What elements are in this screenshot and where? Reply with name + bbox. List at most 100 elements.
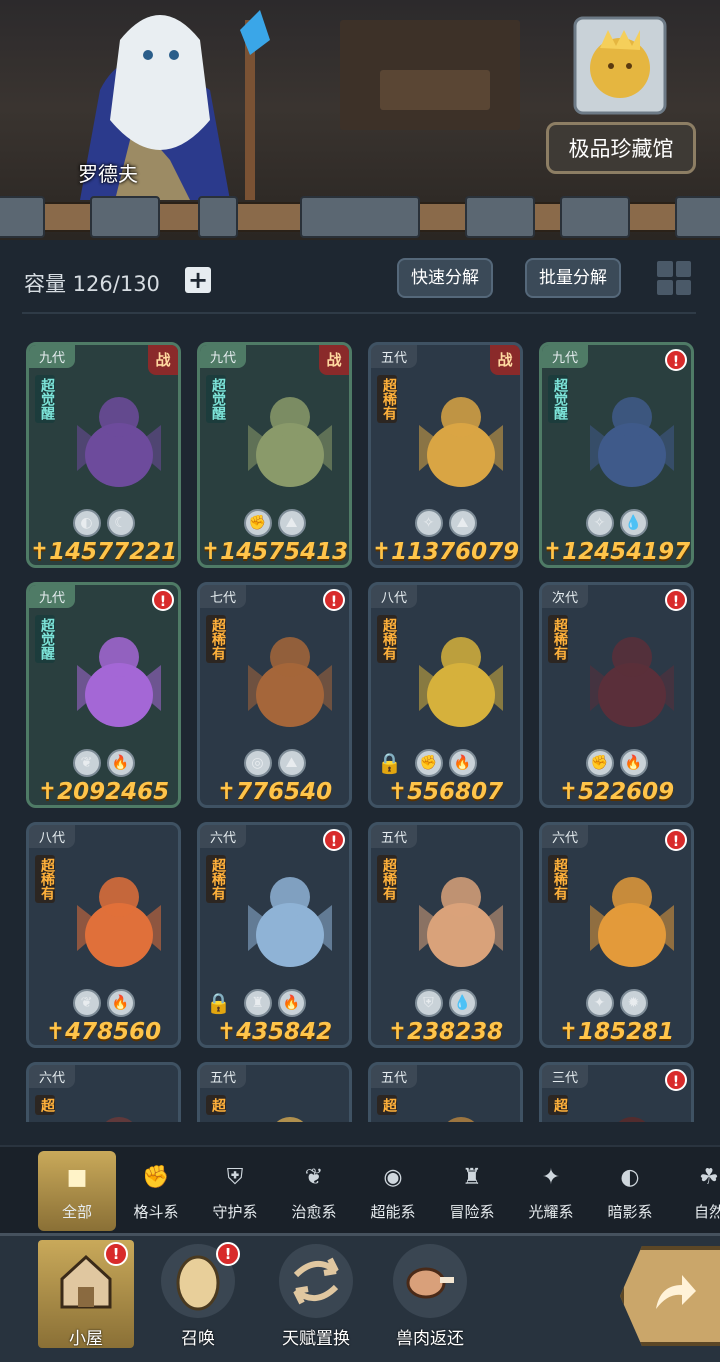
pet-card[interactable]: 五代超 [368, 1062, 523, 1122]
pet-portrait [248, 397, 332, 487]
fist-icon: ✊ [585, 749, 614, 777]
pet-portrait [276, 1117, 304, 1122]
category-tab[interactable]: ◉ 超能系 [354, 1151, 432, 1231]
alert-badge: ! [152, 589, 174, 611]
pet-card[interactable]: 六代 超稀有! ✦ ✹ ✝185281 [539, 822, 694, 1048]
pet-card[interactable]: 九代 超觉醒! ❦ 🔥 ✝2092465 [26, 582, 181, 808]
pet-card[interactable]: 五代 超稀有 战 ✧ ⛰ ✝11376079 [368, 342, 523, 568]
next-arrow-button[interactable] [620, 1246, 720, 1346]
fire-icon: 🔥 [277, 989, 306, 1017]
pet-rarity: 超稀有 [206, 615, 226, 663]
pet-card[interactable]: 七代 超稀有! ◎ ⛰ ✝776540 [197, 582, 352, 808]
alert-badge: ! [665, 349, 687, 371]
combat-power: ✝522609 [558, 779, 675, 805]
category-label: 格斗系 [133, 1203, 179, 1221]
pet-portrait [248, 877, 332, 967]
capacity-label: 容量 126/130 [24, 272, 160, 296]
collection-trophy-icon[interactable] [570, 8, 670, 118]
swap-arrows-icon [279, 1244, 353, 1318]
combat-power: ✝14575413 [200, 539, 349, 565]
add-capacity-button[interactable]: + [185, 267, 211, 293]
pet-generation: 五代 [371, 1065, 418, 1088]
alert-badge: ! [665, 589, 687, 611]
arrow-right-icon [656, 1275, 696, 1309]
battle-tag: 战 [490, 345, 520, 375]
pet-card-grid: 九代 超觉醒战 ◐ ☾ ✝14577221 九代 超觉醒战 ✊ ⛰ ✝14575413 五代 超稀有战… [0, 342, 720, 1122]
pet-portrait [590, 637, 674, 727]
element-badges: ❦ 🔥 [29, 989, 178, 1017]
category-tab[interactable]: ♜ 冒险系 [433, 1151, 511, 1231]
pet-card[interactable]: 八代 超稀有 ❦ 🔥 ✝478560 [26, 822, 181, 1048]
grid-view-icon[interactable] [655, 259, 693, 297]
fire-icon: 🔥 [106, 749, 135, 777]
light-icon: ✧ [585, 509, 614, 537]
fist-icon: ✊ [142, 1164, 170, 1190]
pet-card[interactable]: 九代 超觉醒! ✧ 💧 ✝12454197 [539, 342, 694, 568]
castle-wall-divider [0, 196, 720, 240]
fire-icon: 🔥 [619, 749, 648, 777]
fire-icon: 🔥 [106, 989, 135, 1017]
category-label: 超能系 [370, 1203, 416, 1221]
pet-card[interactable]: 五代超 [197, 1062, 352, 1122]
leaf-icon: ❦ [72, 749, 101, 777]
category-tab[interactable]: ✊ 格斗系 [117, 1151, 195, 1231]
element-badges: ✧ ⛰ [371, 509, 520, 537]
pet-generation: 六代 [200, 825, 247, 848]
combat-power: ✝2092465 [37, 779, 170, 805]
category-tab[interactable]: ✦ 光耀系 [512, 1151, 590, 1231]
pet-portrait [419, 637, 503, 727]
pet-generation: 八代 [371, 585, 418, 608]
light-icon: ✧ [414, 509, 443, 537]
category-tab[interactable]: ■ 全部 [38, 1151, 116, 1231]
water-icon: 💧 [619, 509, 648, 537]
pet-rarity: 超 [548, 1095, 568, 1115]
bottom-navigation: 小屋 ! 召唤 ! 天赋置换 兽肉返还 [0, 1233, 720, 1362]
all-icon: ■ [66, 1164, 88, 1190]
earth-icon: ⛰ [277, 509, 306, 537]
element-badges: ◎ ⛰ [200, 749, 349, 777]
pet-card[interactable]: 九代 超觉醒 战 ◐ ☾ ✝14577221 [26, 342, 181, 568]
pet-rarity: 超觉醒 [35, 615, 55, 663]
earth-icon: ⛰ [448, 509, 477, 537]
nav-talent-swap[interactable]: 天赋置换 [268, 1240, 364, 1349]
adventure-icon: ♜ [462, 1164, 482, 1190]
element-badges: ✊ 🔥 [542, 749, 691, 777]
category-tab[interactable]: ☘ 自然 [670, 1151, 720, 1231]
pet-rarity: 超稀有 [548, 615, 568, 663]
pet-card[interactable]: 九代 超觉醒 战 ✊ ⛰ ✝14575413 [197, 342, 352, 568]
category-label: 自然 [693, 1203, 720, 1221]
pet-generation: 五代 [371, 345, 418, 368]
nav-talent-label: 天赋置换 [282, 1329, 350, 1349]
pet-rarity: 超觉醒 [206, 375, 226, 423]
nav-meat-return[interactable]: 兽肉返还 [382, 1240, 478, 1349]
quick-decompose-button[interactable]: 快速分解 [397, 258, 493, 298]
shield-icon: ⛨ [226, 1164, 244, 1190]
pet-card[interactable]: 三代超! [539, 1062, 694, 1122]
combat-power: ✝12454197 [542, 539, 691, 565]
pet-card[interactable]: 五代 超稀有 ⛨ 💧 ✝238238 [368, 822, 523, 1048]
nav-summon[interactable]: 召唤 ! [150, 1240, 246, 1349]
top-banner: 罗德夫 极品珍藏馆 [0, 0, 720, 240]
collection-hall-button[interactable]: 极品珍藏馆 [546, 122, 696, 174]
nav-house[interactable]: 小屋 ! [38, 1240, 134, 1349]
combat-power: ✝478560 [45, 1019, 162, 1045]
nature-icon: ☘ [699, 1164, 719, 1190]
battle-tag: 战 [319, 345, 349, 375]
pet-card[interactable]: 六代 超稀有! 🔒 ♜ 🔥 ✝435842 [197, 822, 352, 1048]
pet-card[interactable]: 八代 超稀有 🔒 ✊ 🔥 ✝556807 [368, 582, 523, 808]
pet-portrait [590, 397, 674, 487]
batch-decompose-button[interactable]: 批量分解 [525, 258, 621, 298]
combat-power: ✝238238 [387, 1019, 504, 1045]
category-tab[interactable]: ⛨ 守护系 [196, 1151, 274, 1231]
element-badges: ♜ 🔥 [200, 989, 349, 1017]
category-tab[interactable]: ❦ 治愈系 [275, 1151, 353, 1231]
category-tab[interactable]: ◐ 暗影系 [591, 1151, 669, 1231]
pet-rarity: 超稀有 [377, 615, 397, 663]
category-label: 暗影系 [607, 1203, 653, 1221]
fire-icon: 🔥 [448, 749, 477, 777]
pet-card[interactable]: 六代超 [26, 1062, 181, 1122]
pet-portrait [590, 877, 674, 967]
pet-card[interactable]: 次代 超稀有! ✊ 🔥 ✝522609 [539, 582, 694, 808]
star-light-icon: ✦ [585, 989, 614, 1017]
meat-icon [393, 1244, 467, 1318]
